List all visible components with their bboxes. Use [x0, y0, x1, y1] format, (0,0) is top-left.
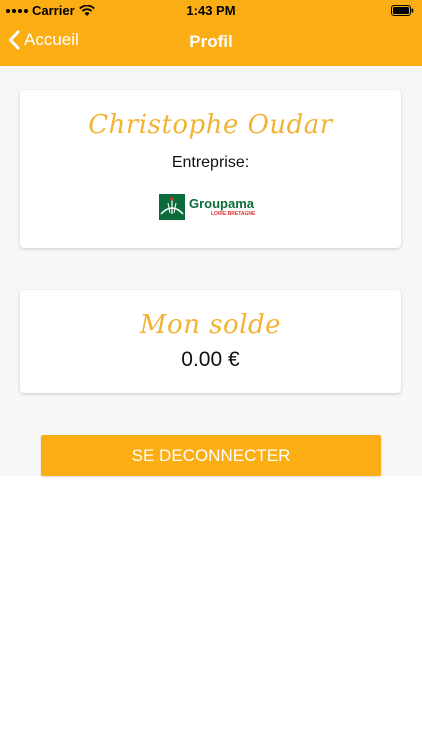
balance-value: 0.00 €	[181, 348, 240, 371]
battery-icon	[391, 5, 414, 16]
company-logo: Groupama LOIRE BRETAGNE	[159, 194, 255, 220]
page-title: Profil	[189, 32, 233, 51]
navigation-bar: Accueil Profil	[0, 22, 422, 66]
user-name: Christophe Oudar	[88, 110, 333, 140]
balance-title: Mon solde	[139, 310, 282, 340]
groupama-logo-icon	[159, 194, 185, 220]
balance-card: Mon solde 0.00 €	[20, 290, 401, 393]
company-label: Entreprise:	[171, 154, 250, 171]
main-content: Christophe Oudar Entreprise: Groupama LO…	[0, 66, 422, 476]
status-bar: Carrier 1:43 PM	[0, 0, 422, 22]
logo-brand: Groupama	[189, 196, 255, 211]
logout-button[interactable]: SE DECONNECTER	[41, 435, 381, 476]
status-time: 1:43 PM	[186, 3, 236, 18]
app-header: Carrier 1:43 PM Accueil Profil	[0, 0, 422, 66]
profile-card: Christophe Oudar Entreprise: Groupama LO…	[20, 90, 401, 248]
logo-subtitle: LOIRE BRETAGNE	[211, 211, 256, 217]
logo-text: Groupama LOIRE BRETAGNE	[189, 197, 255, 217]
